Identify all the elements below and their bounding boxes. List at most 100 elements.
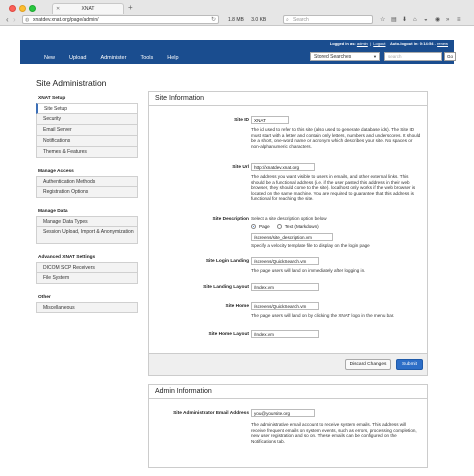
nav-help[interactable]: Help (167, 53, 178, 63)
admin-email-label: Site Administrator Email Address (173, 411, 249, 416)
autologout-label: Auto-logout in: (389, 41, 419, 46)
panel-heading: Site Information (149, 92, 427, 106)
download-icon[interactable]: ⬇ (402, 16, 407, 24)
site-description-label: Site Description (212, 217, 249, 222)
sidebar-item-themes-features[interactable]: Themes & Features (36, 147, 138, 158)
reading-list-icon[interactable]: ▤ (391, 16, 397, 24)
logged-in-label: Logged in as: (329, 41, 356, 46)
menu-icon[interactable]: ≡ (457, 16, 461, 24)
site-url-label: Site Url (232, 165, 249, 170)
renew-link[interactable]: renew (437, 41, 448, 46)
extension-icon[interactable]: ◉ (435, 16, 440, 24)
sidebar-section-advanced: Advanced XNAT Settings (38, 255, 96, 260)
sidebar-item-notifications[interactable]: Notifications (36, 136, 138, 147)
site-landing-layout-input[interactable]: /Index.vm (251, 283, 319, 291)
radio-text-markdown-label: Text (Markdown) (284, 224, 319, 229)
panel-heading: Admin Information (149, 385, 427, 399)
browser-search-input[interactable]: ⌕ Search (283, 15, 373, 24)
radio-page[interactable] (251, 224, 256, 229)
stored-searches-label: Stored Searches (314, 54, 352, 60)
site-id-input[interactable]: XNAT (251, 116, 289, 124)
user-status: Logged in as: admin | Logout Auto-logout… (329, 41, 448, 46)
site-id-help: The id used to refer to this site (also … (251, 127, 421, 149)
pocket-icon[interactable]: ◒ (424, 16, 428, 24)
sidebar-item-file-system[interactable]: File System (36, 273, 138, 284)
browser-titlebar: ✕ XNAT + ‹ › ◍ xnatdev.xnat.org/page/adm… (0, 0, 474, 26)
sidebar-item-session-upload[interactable]: Session Upload, Import & Anonymization (36, 227, 138, 244)
nav-upload[interactable]: Upload (69, 53, 86, 63)
forward-icon[interactable]: › (13, 15, 16, 25)
submit-button[interactable]: Submit (396, 359, 423, 370)
minimize-window-icon[interactable] (19, 5, 26, 12)
sidebar-item-dicom-scp-receivers[interactable]: DICOM SCP Receivers (36, 262, 138, 273)
star-icon[interactable]: ☆ (380, 16, 385, 24)
url-bar[interactable]: ◍ xnatdev.xnat.org/page/admin/ ↻ (22, 15, 219, 24)
admin-sidebar: XNAT Setup Site Setup Security Email Ser… (36, 93, 138, 313)
back-icon[interactable]: ‹ (6, 15, 9, 25)
discard-changes-button[interactable]: Discard Changes (345, 359, 391, 370)
site-description-options: Page Text (Markdown) (251, 224, 319, 229)
sidebar-item-authentication-methods[interactable]: Authentication Methods (36, 176, 138, 187)
panel-footer: Discard Changes Submit (149, 353, 427, 375)
sidebar-item-email-server[interactable]: Email Server (36, 125, 138, 136)
sidebar-item-manage-data-types[interactable]: Manage Data Types (36, 216, 138, 227)
reload-icon[interactable]: ↻ (211, 16, 216, 24)
search-icon: ⌕ (286, 17, 289, 23)
admin-email-input[interactable]: you@yoursite.org (251, 409, 315, 417)
admin-information-panel: Admin Information Site Administrator Ema… (148, 384, 428, 468)
cpu-value: 3.0 KB (251, 17, 267, 23)
browser-toolbar: ‹ › ◍ xnatdev.xnat.org/page/admin/ ↻ 1.8… (0, 14, 474, 26)
site-description-help: Specify a velocity template file to disp… (251, 243, 370, 248)
sidebar-item-site-setup[interactable]: Site Setup (36, 103, 138, 114)
username-link[interactable]: admin (357, 41, 368, 46)
maximize-window-icon[interactable] (29, 5, 36, 12)
page-title: Site Administration (36, 78, 107, 88)
site-url-help: The address you want visible to users in… (251, 174, 416, 202)
browser-search-placeholder: Search (293, 17, 309, 23)
site-login-landing-help: The page users will land on immediately … (251, 268, 366, 273)
site-home-input[interactable]: /screens/QuickSearch.vm (251, 302, 319, 310)
sidebar-section-manage-data: Manage Data (38, 209, 68, 214)
site-login-landing-input[interactable]: /screens/QuickSearch.vm (251, 257, 319, 265)
url-text: xnatdev.xnat.org/page/admin/ (33, 17, 99, 23)
memory-stat: 1.8 MB 3.0 KB (228, 16, 266, 24)
go-button[interactable]: Go (444, 52, 456, 61)
sidebar-section-manage-access: Manage Access (38, 169, 74, 174)
globe-icon: ◍ (25, 17, 30, 23)
sidebar-section-xnat-setup: XNAT Setup (38, 96, 66, 101)
site-description-intro: Select a site description option below (251, 216, 327, 221)
admin-email-help: The administrative email account to rece… (251, 422, 417, 444)
site-id-label: Site ID (234, 118, 249, 123)
stored-searches-select[interactable]: Stored Searches ▼ (310, 52, 380, 61)
tab-close-icon[interactable]: ✕ (56, 4, 60, 14)
site-search-input[interactable]: search (384, 52, 442, 61)
sidebar-item-miscellaneous[interactable]: Miscellaneous (36, 302, 138, 313)
site-home-label: Site Home (225, 304, 249, 309)
chevron-down-icon: ▼ (373, 54, 377, 59)
sidebar-item-registration-options[interactable]: Registration Options (36, 187, 138, 198)
site-login-landing-label: Site Login Landing (205, 259, 249, 264)
autologout-time: 0:14:54 (419, 41, 434, 46)
browser-tab[interactable]: ✕ XNAT (52, 3, 124, 14)
radio-page-label: Page (259, 224, 270, 229)
home-icon[interactable]: ⌂ (413, 16, 417, 24)
new-tab-button[interactable]: + (128, 3, 133, 13)
sidebar-item-security[interactable]: Security (36, 114, 138, 125)
close-window-icon[interactable] (9, 5, 16, 12)
nav-tools[interactable]: Tools (140, 53, 153, 63)
site-home-layout-input[interactable]: /Index.vm (251, 330, 319, 338)
sidebar-section-other: Other (38, 295, 51, 300)
site-description-input[interactable]: /screens/site_description.vm (251, 233, 333, 241)
nav-new[interactable]: New (44, 53, 55, 63)
tab-title: XNAT (81, 6, 95, 12)
site-home-layout-label: Site Home Layout (208, 332, 249, 337)
site-url-input[interactable]: http://xnatdev.xnat.org (251, 163, 315, 171)
overflow-icon[interactable]: » (446, 16, 449, 24)
radio-text-markdown[interactable] (276, 224, 282, 229)
logout-link[interactable]: Logout (373, 41, 385, 46)
nav-administer[interactable]: Administer (100, 53, 126, 63)
